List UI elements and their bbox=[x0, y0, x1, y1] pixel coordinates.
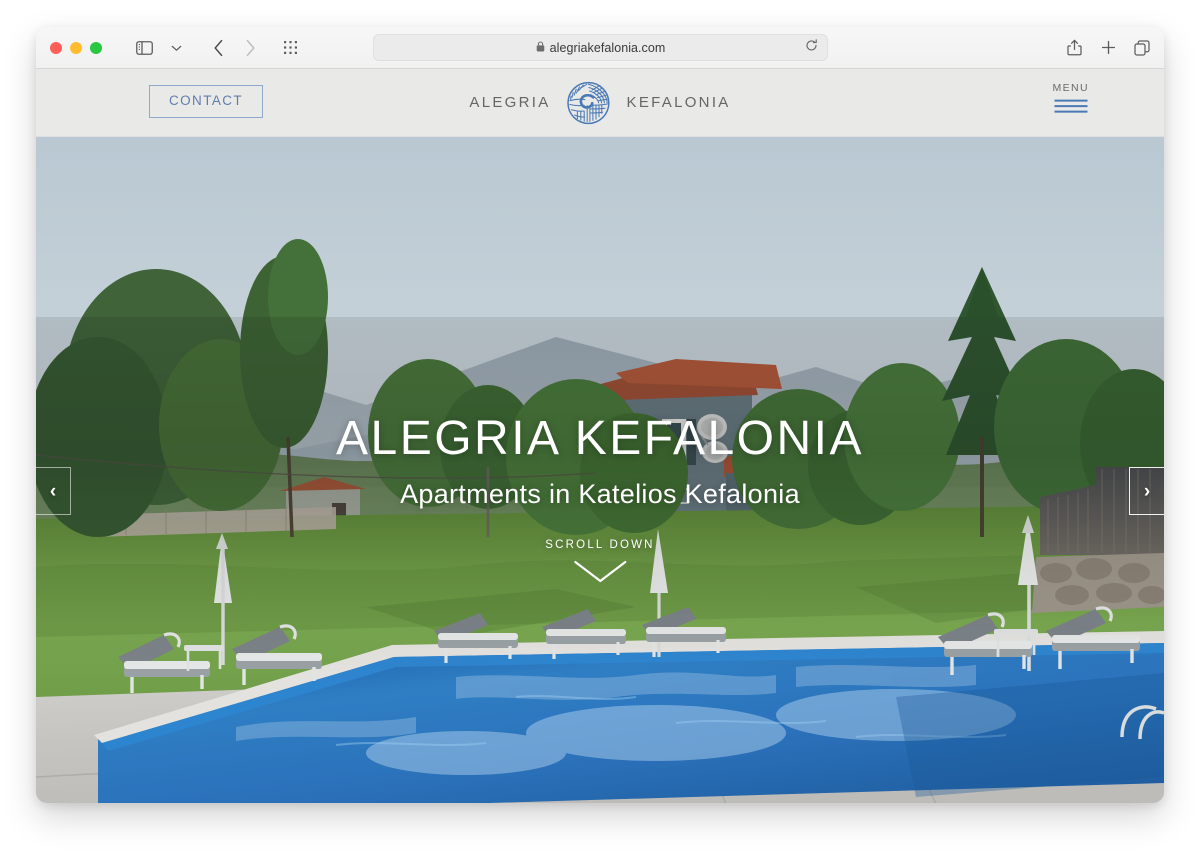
nautilus-shell-logo-icon bbox=[567, 81, 610, 124]
browser-toolbar: alegriakefalonia.com bbox=[36, 27, 1164, 69]
url-text-wrapper: alegriakefalonia.com bbox=[536, 41, 666, 55]
scroll-down-indicator[interactable]: SCROLL DOWN bbox=[545, 539, 654, 585]
site-header: CONTACT ALEGRIA KEFALONIA MENU bbox=[36, 69, 1164, 137]
contact-button[interactable]: CONTACT bbox=[149, 85, 264, 118]
share-button[interactable] bbox=[1060, 35, 1088, 61]
new-tab-button[interactable] bbox=[1094, 35, 1122, 61]
grid-icon bbox=[283, 41, 297, 54]
safari-browser-window: alegriakefalonia.com CONTACT ALEGRIA KEF… bbox=[36, 27, 1164, 803]
reload-icon bbox=[806, 38, 817, 51]
sidebar-icon bbox=[135, 40, 153, 55]
hamburger-menu-icon bbox=[1054, 99, 1088, 113]
chevron-right-icon bbox=[246, 39, 255, 56]
carousel-next-button[interactable]: › bbox=[1129, 467, 1164, 515]
window-controls bbox=[36, 41, 102, 54]
sidebar-toggle-button[interactable] bbox=[130, 35, 158, 61]
minimize-window-button[interactable] bbox=[70, 41, 82, 54]
tab-overview-button[interactable] bbox=[1128, 35, 1156, 61]
contact-button-label: CONTACT bbox=[169, 93, 244, 108]
address-bar[interactable]: alegriakefalonia.com bbox=[373, 34, 828, 61]
maximize-window-button[interactable] bbox=[90, 41, 102, 54]
navigation-controls bbox=[204, 35, 264, 61]
brand-word-right: KEFALONIA bbox=[626, 94, 731, 111]
plus-icon bbox=[1101, 40, 1115, 55]
chevron-down-icon bbox=[573, 560, 627, 583]
menu-button-label: MENU bbox=[1052, 82, 1089, 94]
chevron-down-icon bbox=[171, 45, 181, 51]
tab-group-controls bbox=[276, 35, 304, 61]
tab-overview-icon bbox=[1134, 39, 1150, 56]
menu-button[interactable]: MENU bbox=[1052, 82, 1089, 114]
close-window-button[interactable] bbox=[50, 41, 62, 54]
carousel-prev-button[interactable]: ‹ bbox=[36, 467, 71, 515]
sidebar-controls bbox=[130, 35, 190, 61]
chevron-right-icon: › bbox=[1143, 480, 1151, 502]
lock-icon bbox=[536, 40, 545, 52]
url-field[interactable]: alegriakefalonia.com bbox=[373, 34, 828, 61]
share-icon bbox=[1066, 39, 1082, 56]
chevron-left-icon: ‹ bbox=[49, 480, 57, 502]
hero-background-image bbox=[36, 137, 1164, 803]
forward-button[interactable] bbox=[236, 35, 264, 61]
url-text: alegriakefalonia.com bbox=[549, 40, 666, 55]
site-logo[interactable]: ALEGRIA KEFALONIA bbox=[469, 81, 730, 125]
reload-button[interactable] bbox=[805, 38, 818, 57]
hero-slider[interactable]: ALEGRIA KEFALONIA Apartments in Katelios… bbox=[36, 137, 1164, 803]
show-tab-grid-button[interactable] bbox=[276, 35, 304, 61]
toolbar-right-actions bbox=[1060, 27, 1156, 68]
sidebar-dropdown-button[interactable] bbox=[162, 35, 190, 61]
chevron-left-icon bbox=[213, 39, 222, 56]
back-button[interactable] bbox=[204, 35, 232, 61]
brand-word-left: ALEGRIA bbox=[469, 94, 551, 111]
scroll-down-label: SCROLL DOWN bbox=[545, 539, 655, 551]
